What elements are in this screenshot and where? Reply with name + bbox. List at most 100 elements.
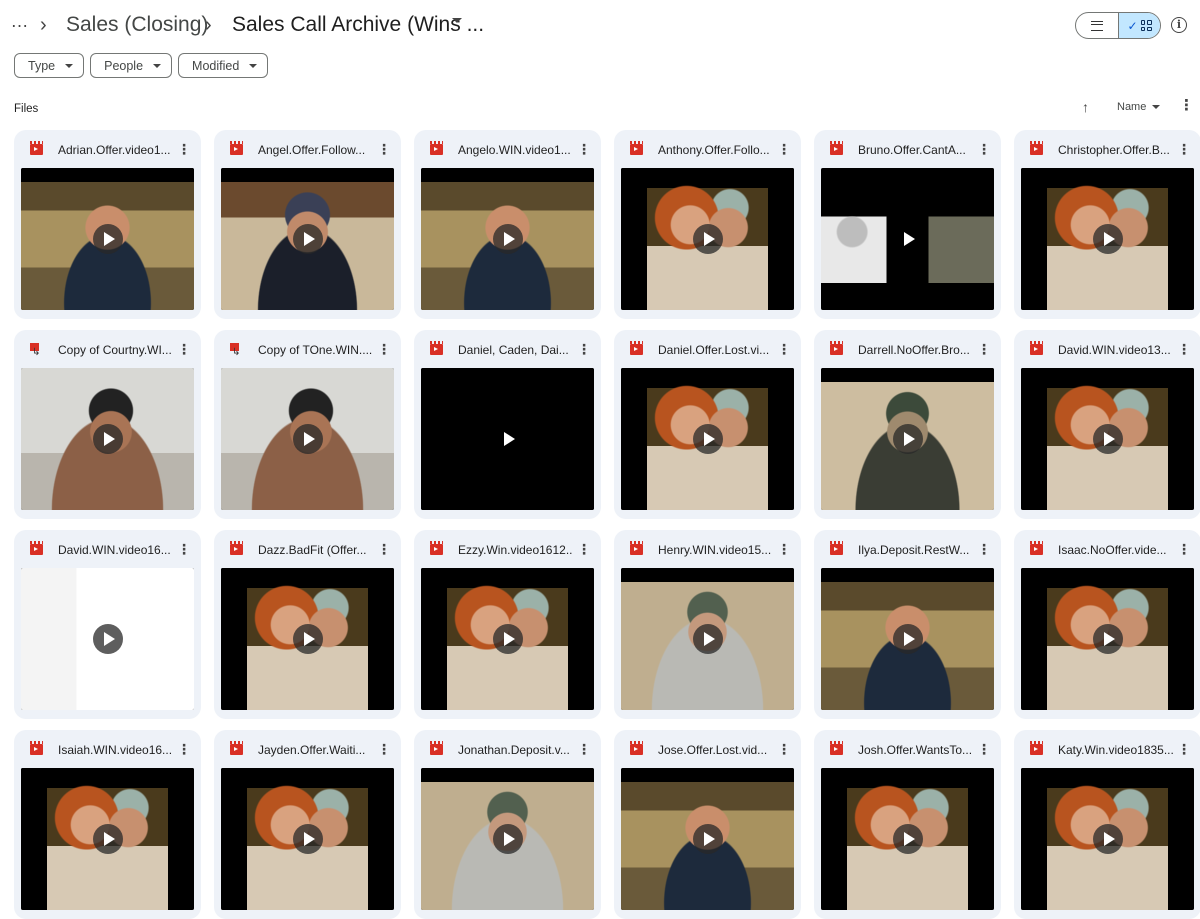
file-card[interactable]: Daniel, Caden, Dai... ⋮ [414,330,601,519]
file-card[interactable]: Henry.WIN.video15... ⋮ [614,530,801,719]
more-actions-icon[interactable]: ⋮ [577,742,591,756]
file-card[interactable]: Ezzy.Win.video1612... ⋮ [414,530,601,719]
grid-view-button[interactable]: ✓ [1117,13,1160,38]
file-card[interactable]: Angelo.WIN.video1... ⋮ [414,130,601,319]
list-view-button[interactable] [1076,13,1118,38]
more-actions-icon[interactable]: ⋮ [777,342,791,356]
file-card[interactable]: Jayden.Offer.Waiti... ⋮ [214,730,401,919]
video-thumbnail[interactable] [421,368,594,510]
play-icon[interactable] [1093,224,1123,254]
more-actions-icon[interactable]: ⋮ [177,742,191,756]
video-thumbnail[interactable] [21,768,194,910]
video-thumbnail[interactable] [221,568,394,710]
play-icon[interactable] [893,224,923,254]
more-actions-icon[interactable]: ⋮ [377,742,391,756]
more-actions-icon[interactable]: ⋮ [1177,342,1191,356]
play-icon[interactable] [1093,424,1123,454]
video-thumbnail[interactable] [1021,168,1194,310]
file-card[interactable]: Anthony.Offer.Follo... ⋮ [614,130,801,319]
file-card[interactable]: Darrell.NoOffer.Bro... ⋮ [814,330,1001,519]
play-icon[interactable] [693,224,723,254]
play-icon[interactable] [693,824,723,854]
more-actions-icon[interactable]: ⋮ [177,342,191,356]
more-actions-icon[interactable]: ⋮ [977,542,991,556]
play-icon[interactable] [293,624,323,654]
more-actions-icon[interactable]: ⋮ [377,342,391,356]
more-breadcrumbs-icon[interactable]: … [8,12,30,36]
video-thumbnail[interactable] [1021,768,1194,910]
info-icon[interactable]: i [1171,17,1187,33]
more-actions-icon[interactable]: ⋮ [777,142,791,156]
video-thumbnail[interactable] [421,568,594,710]
file-card[interactable]: Adrian.Offer.video1... ⋮ [14,130,201,319]
file-card[interactable]: Angel.Offer.Follow... ⋮ [214,130,401,319]
file-card[interactable]: Josh.Offer.WantsTo... ⋮ [814,730,1001,919]
file-card[interactable]: Daniel.Offer.Lost.vi... ⋮ [614,330,801,519]
file-card[interactable]: Copy of TOne.WIN.... ⋮ [214,330,401,519]
sort-by-button[interactable]: Name [1117,101,1161,113]
video-thumbnail[interactable] [21,568,194,710]
video-thumbnail[interactable] [421,168,594,310]
more-actions-icon[interactable]: ⋮ [177,142,191,156]
video-thumbnail[interactable] [821,768,994,910]
more-actions-icon[interactable]: ⋮ [1177,142,1191,156]
filter-modified[interactable]: Modified [178,53,269,78]
more-options-icon[interactable]: ⋮ [1179,98,1194,113]
more-actions-icon[interactable]: ⋮ [377,142,391,156]
file-card[interactable]: Isaiah.WIN.video16... ⋮ [14,730,201,919]
play-icon[interactable] [693,424,723,454]
sort-direction-icon[interactable]: ↑ [1082,99,1089,115]
play-icon[interactable] [693,624,723,654]
more-actions-icon[interactable]: ⋮ [977,742,991,756]
play-icon[interactable] [293,424,323,454]
more-actions-icon[interactable]: ⋮ [1177,742,1191,756]
play-icon[interactable] [1093,824,1123,854]
video-thumbnail[interactable] [821,568,994,710]
play-icon[interactable] [93,424,123,454]
file-card[interactable]: Jonathan.Deposit.v... ⋮ [414,730,601,919]
play-icon[interactable] [893,424,923,454]
play-icon[interactable] [493,424,523,454]
play-icon[interactable] [93,824,123,854]
play-icon[interactable] [893,824,923,854]
file-card[interactable]: Bruno.Offer.CantA... ⋮ [814,130,1001,319]
more-actions-icon[interactable]: ⋮ [577,342,591,356]
file-card[interactable]: Katy.Win.video1835... ⋮ [1014,730,1200,919]
more-actions-icon[interactable]: ⋮ [177,542,191,556]
file-card[interactable]: Copy of Courtny.WI... ⋮ [14,330,201,519]
play-icon[interactable] [493,224,523,254]
video-thumbnail[interactable] [621,168,794,310]
more-actions-icon[interactable]: ⋮ [977,142,991,156]
play-icon[interactable] [893,624,923,654]
video-thumbnail[interactable] [821,368,994,510]
video-thumbnail[interactable] [621,768,794,910]
play-icon[interactable] [93,624,123,654]
video-thumbnail[interactable] [221,168,394,310]
video-thumbnail[interactable] [1021,368,1194,510]
video-thumbnail[interactable] [621,568,794,710]
breadcrumb-parent[interactable]: Sales (Closing) [66,12,208,38]
play-icon[interactable] [493,624,523,654]
video-thumbnail[interactable] [1021,568,1194,710]
more-actions-icon[interactable]: ⋮ [977,342,991,356]
play-icon[interactable] [1093,624,1123,654]
file-card[interactable]: Dazz.BadFit (Offer... ⋮ [214,530,401,719]
file-card[interactable]: Ilya.Deposit.RestW... ⋮ [814,530,1001,719]
more-actions-icon[interactable]: ⋮ [377,542,391,556]
file-card[interactable]: Isaac.NoOffer.vide... ⋮ [1014,530,1200,719]
filter-type[interactable]: Type [14,53,85,78]
video-thumbnail[interactable] [421,768,594,910]
play-icon[interactable] [293,824,323,854]
video-thumbnail[interactable] [221,368,394,510]
more-actions-icon[interactable]: ⋮ [777,742,791,756]
play-icon[interactable] [93,224,123,254]
video-thumbnail[interactable] [821,168,994,310]
video-thumbnail[interactable] [621,368,794,510]
play-icon[interactable] [493,824,523,854]
video-thumbnail[interactable] [21,168,194,310]
more-actions-icon[interactable]: ⋮ [777,542,791,556]
play-icon[interactable] [293,224,323,254]
filter-people[interactable]: People [90,53,173,78]
file-card[interactable]: David.WIN.video16... ⋮ [14,530,201,719]
more-actions-icon[interactable]: ⋮ [577,542,591,556]
